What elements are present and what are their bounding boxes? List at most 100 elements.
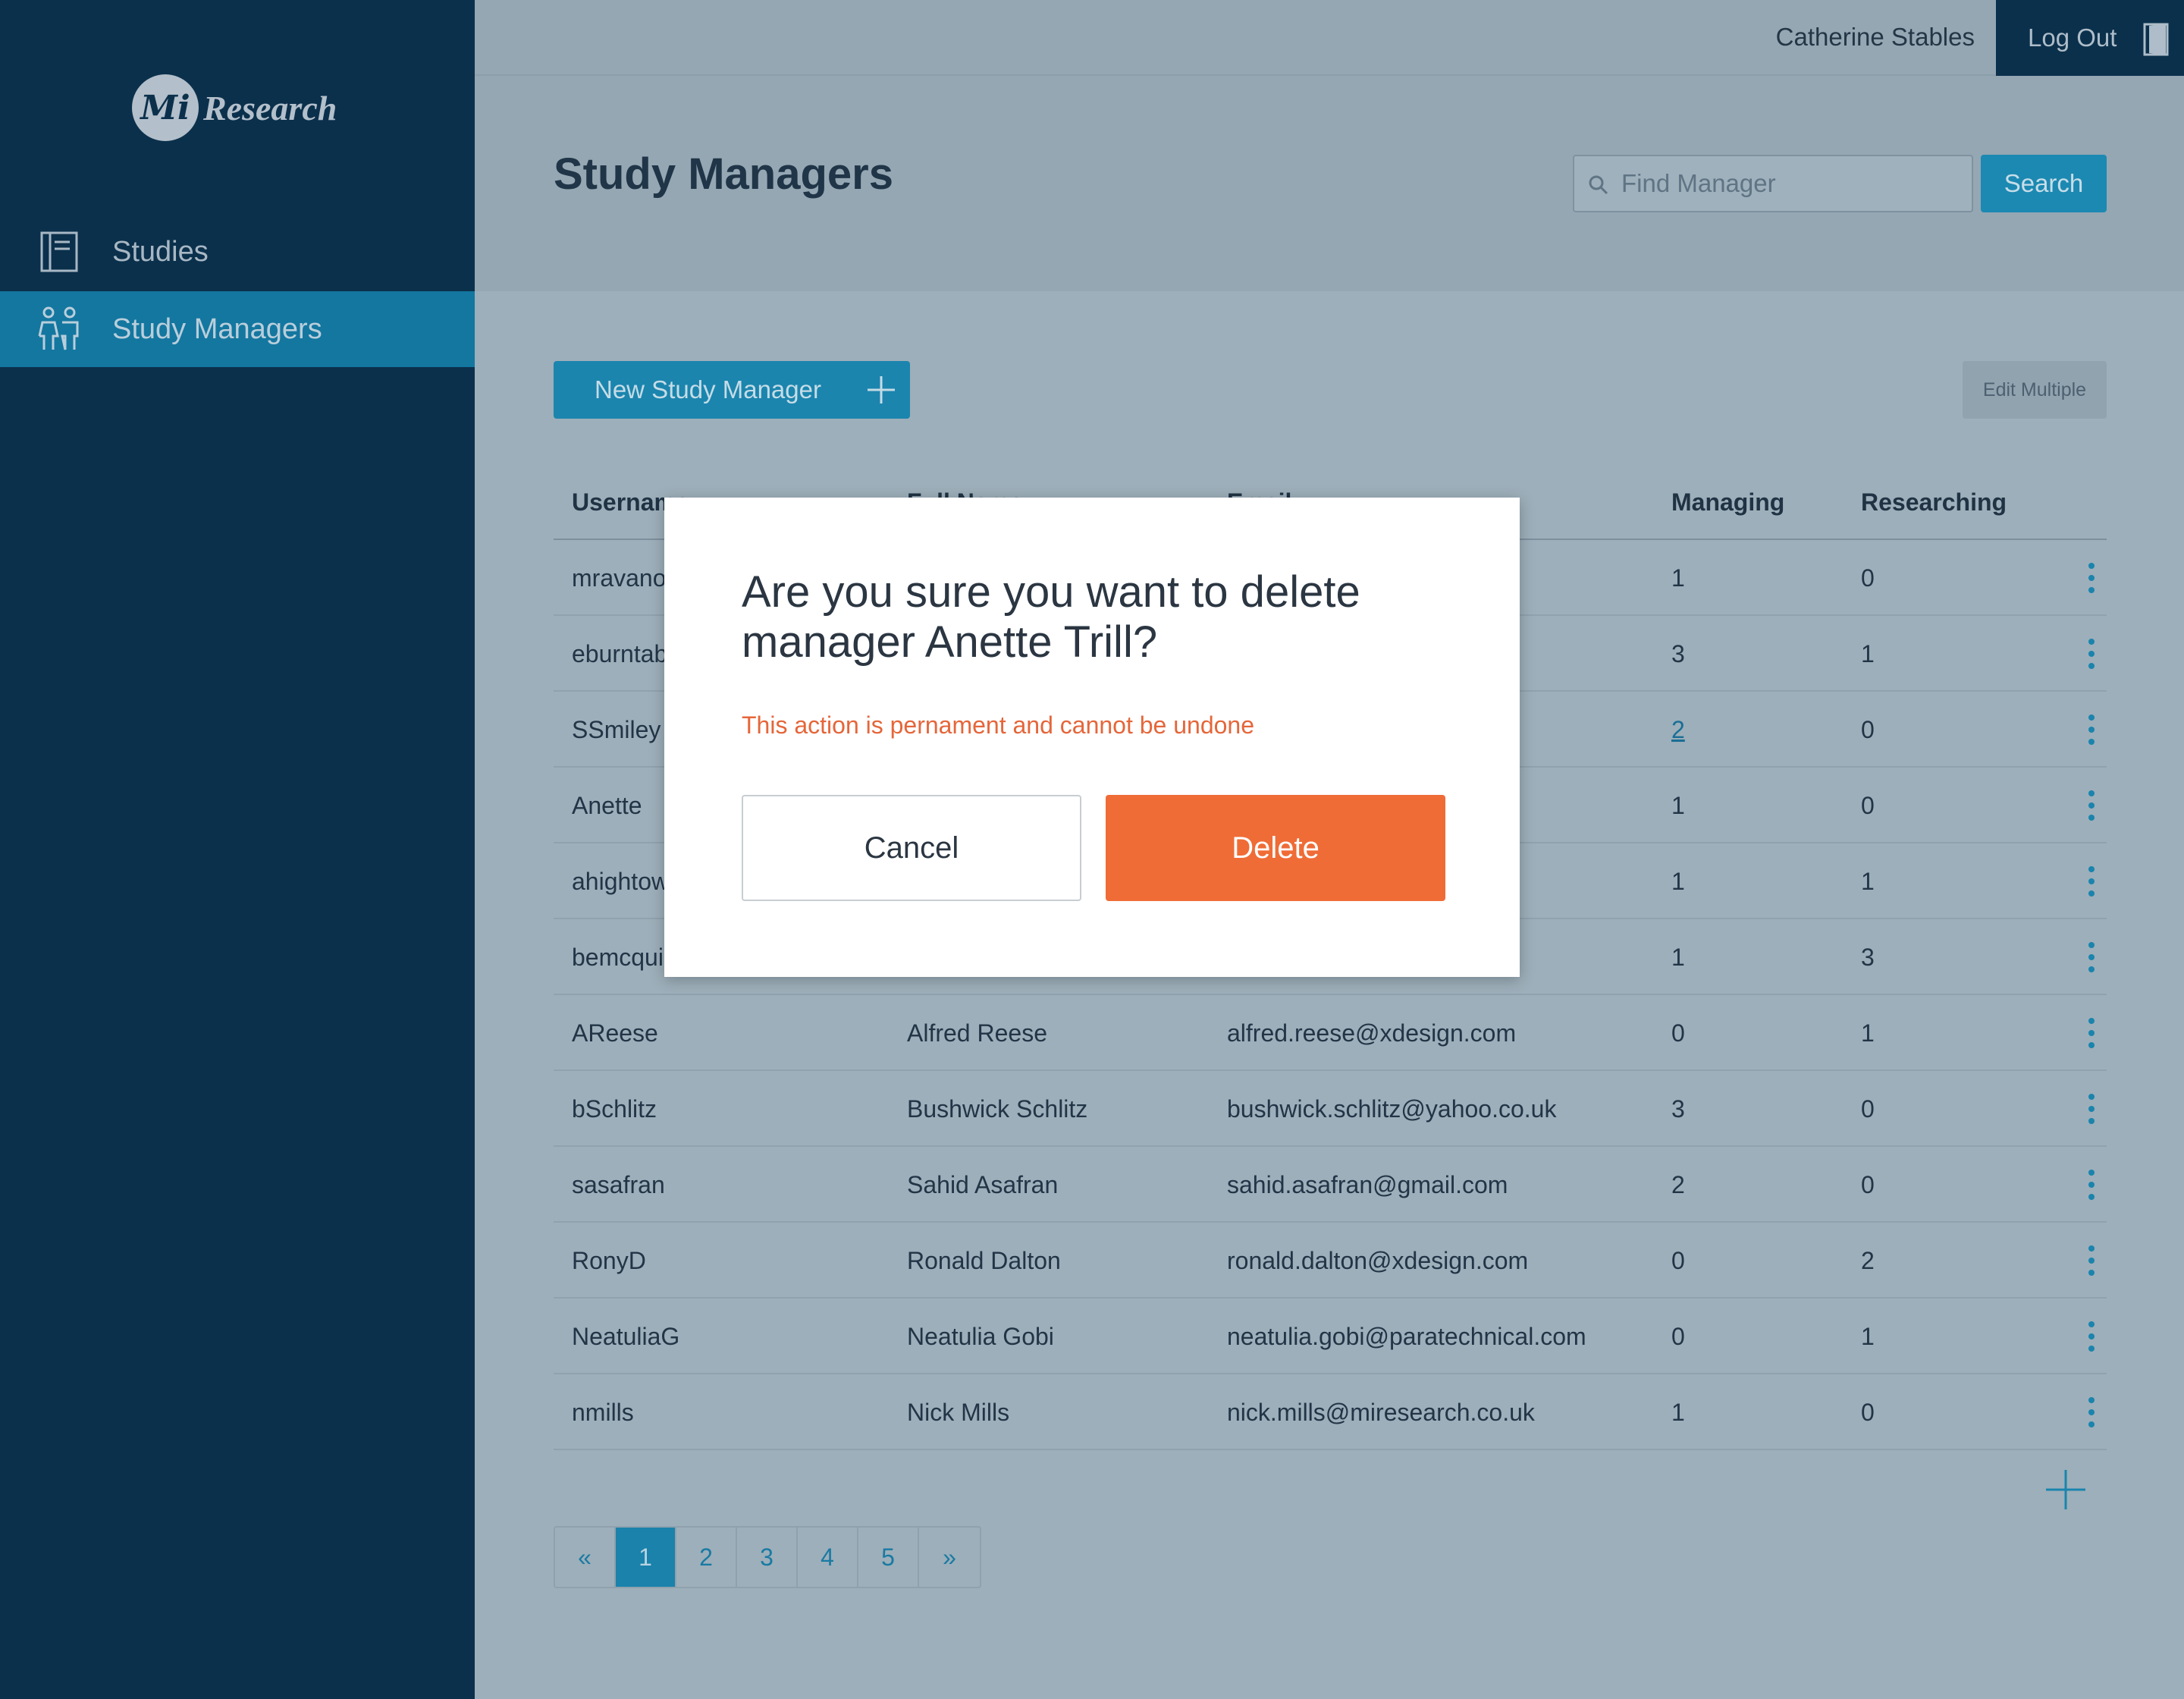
dialog-warning: This action is pernament and cannot be u… — [742, 711, 1255, 739]
cell-username: bemcqui — [572, 944, 664, 971]
sidebar-item-label: Study Managers — [112, 312, 322, 345]
cell-managing: 1 — [1671, 1399, 1685, 1426]
logout-button[interactable]: Log Out — [1996, 0, 2184, 76]
row-menu-icon[interactable] — [2082, 1321, 2101, 1355]
delete-confirm-dialog: Are you sure you want to delete manager … — [664, 498, 1520, 977]
pagination-prev[interactable]: « — [555, 1528, 616, 1587]
cell-researching: 1 — [1861, 868, 1875, 895]
search-icon — [1588, 174, 1609, 199]
cell-managing: 0 — [1671, 1247, 1685, 1274]
cell-managing: 1 — [1671, 792, 1685, 819]
table-row[interactable]: RonyD Ronald Dalton ronald.dalton@xdesign.… — [554, 1223, 2107, 1299]
sidebar: Mi Research Studies Study Managers — [0, 0, 475, 1699]
cell-managing: 1 — [1671, 868, 1685, 895]
delete-button[interactable]: Delete — [1106, 795, 1445, 901]
user-name[interactable]: Catherine Stables — [1776, 23, 1975, 52]
cancel-button[interactable]: Cancel — [742, 795, 1081, 901]
cell-username: Anette — [572, 792, 642, 819]
logout-label: Log Out — [2028, 24, 2117, 52]
cell-full-name: Sahid Asafran — [907, 1171, 1059, 1198]
pagination-page-3[interactable]: 3 — [737, 1528, 798, 1587]
search-field[interactable] — [1573, 155, 1973, 212]
row-menu-icon[interactable] — [2082, 714, 2101, 748]
edit-multiple-button[interactable]: Edit Multiple — [1963, 361, 2107, 419]
sidebar-item-studies[interactable]: Studies — [0, 214, 475, 290]
table-row[interactable]: sasafran Sahid Asafran sahid.asafran@gmail… — [554, 1147, 2107, 1223]
cell-username: eburntab — [572, 640, 668, 667]
table-row[interactable]: NeatuliaG Neatulia Gobi neatulia.gobi@para… — [554, 1299, 2107, 1374]
cell-managing: 2 — [1671, 1171, 1685, 1198]
table-row[interactable]: AReese Alfred Reese alfred.reese@xdesign.c… — [554, 995, 2107, 1071]
dialog-title: Are you sure you want to delete manager … — [742, 567, 1360, 667]
row-menu-icon[interactable] — [2082, 790, 2101, 824]
cell-researching: 0 — [1861, 792, 1875, 819]
people-icon — [35, 305, 83, 353]
new-study-manager-label: New Study Manager — [595, 375, 821, 404]
cell-researching: 0 — [1861, 564, 1875, 592]
row-menu-icon[interactable] — [2082, 639, 2101, 672]
cell-researching: 0 — [1861, 1399, 1875, 1426]
pagination-page-4[interactable]: 4 — [798, 1528, 858, 1587]
cell-managing: 3 — [1671, 1095, 1685, 1123]
door-icon — [2143, 23, 2170, 62]
cell-full-name: Ronald Dalton — [907, 1247, 1061, 1274]
cell-managing: 0 — [1671, 1323, 1685, 1350]
plus-icon — [866, 375, 896, 411]
studies-icon — [35, 228, 83, 276]
row-menu-icon[interactable] — [2082, 1397, 2101, 1430]
topbar: Catherine Stables Log Out — [475, 0, 2184, 76]
pagination: « 1 2 3 4 5 » — [554, 1526, 981, 1588]
cell-username: SSmiley — [572, 716, 661, 743]
table-row[interactable]: bSchlitz Bushwick Schlitz bushwick.schlitz… — [554, 1071, 2107, 1147]
column-header-researching[interactable]: Researching — [1861, 488, 2007, 517]
cell-username: NeatuliaG — [572, 1323, 680, 1350]
row-menu-icon[interactable] — [2082, 942, 2101, 975]
table-row[interactable]: nmills Nick Mills nick.mills@miresearch.co… — [554, 1374, 2107, 1450]
row-menu-icon[interactable] — [2082, 563, 2101, 596]
sidebar-item-label: Studies — [112, 235, 209, 268]
cell-full-name: Bushwick Schlitz — [907, 1095, 1088, 1123]
row-menu-icon[interactable] — [2082, 1018, 2101, 1051]
logo-mark: Mi — [132, 74, 199, 141]
pagination-page-5[interactable]: 5 — [858, 1528, 919, 1587]
row-menu-icon[interactable] — [2082, 1245, 2101, 1279]
row-menu-icon[interactable] — [2082, 1094, 2101, 1127]
cell-researching: 2 — [1861, 1247, 1875, 1274]
cell-username: bSchlitz — [572, 1095, 657, 1123]
pagination-next[interactable]: » — [919, 1528, 980, 1587]
cell-researching: 1 — [1861, 640, 1875, 667]
logo-text: Research — [203, 88, 337, 127]
app-logo[interactable]: Mi Research — [132, 74, 337, 141]
new-study-manager-button[interactable]: New Study Manager — [554, 361, 910, 419]
cell-managing: 1 — [1671, 944, 1685, 971]
row-menu-icon[interactable] — [2082, 866, 2101, 900]
cell-username: AReese — [572, 1019, 658, 1047]
search-input[interactable] — [1621, 156, 1963, 211]
cell-researching: 3 — [1861, 944, 1875, 971]
cell-username: ahightow — [572, 868, 670, 895]
search-button[interactable]: Search — [1981, 155, 2107, 212]
cell-username: nmills — [572, 1399, 634, 1426]
cell-full-name: Alfred Reese — [907, 1019, 1047, 1047]
sidebar-item-study-managers[interactable]: Study Managers — [0, 291, 475, 367]
cell-managing: 1 — [1671, 564, 1685, 592]
add-row-icon[interactable] — [2044, 1468, 2087, 1511]
cell-email: alfred.reese@xdesign.com — [1227, 1019, 1517, 1047]
cell-username: mravano — [572, 564, 667, 592]
cell-email: nick.mills@miresearch.co.uk — [1227, 1399, 1535, 1426]
cell-managing[interactable]: 2 — [1671, 716, 1685, 744]
cell-email: sahid.asafran@gmail.com — [1227, 1171, 1508, 1198]
column-header-managing[interactable]: Managing — [1671, 488, 1784, 517]
row-menu-icon[interactable] — [2082, 1170, 2101, 1203]
cell-managing: 3 — [1671, 640, 1685, 667]
cell-username: RonyD — [572, 1247, 646, 1274]
cell-researching: 1 — [1861, 1323, 1875, 1350]
pagination-page-1[interactable]: 1 — [616, 1528, 676, 1587]
pagination-page-2[interactable]: 2 — [676, 1528, 737, 1587]
cell-full-name: Neatulia Gobi — [907, 1323, 1054, 1350]
cell-username: sasafran — [572, 1171, 665, 1198]
cell-email: bushwick.schlitz@yahoo.co.uk — [1227, 1095, 1557, 1123]
cell-researching: 0 — [1861, 1095, 1875, 1123]
cell-full-name: Nick Mills — [907, 1399, 1010, 1426]
cell-researching: 1 — [1861, 1019, 1875, 1047]
